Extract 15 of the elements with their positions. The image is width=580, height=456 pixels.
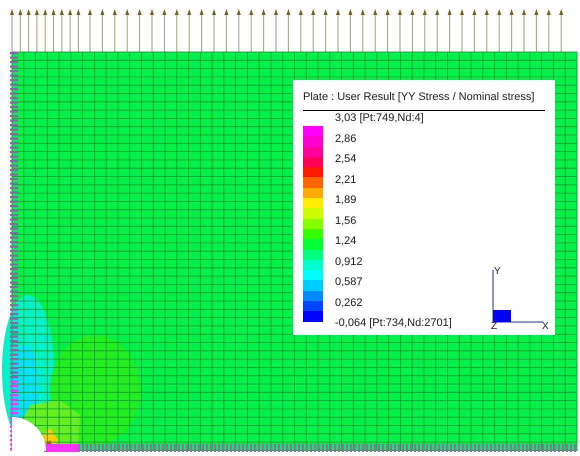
legend-value: 0,262 — [335, 296, 364, 310]
legend-value: 1,89 — [335, 194, 358, 207]
legend-value: 2,86 — [335, 132, 358, 146]
legend-title: Plate : User Result [YY Stress / Nominal stress] — [303, 90, 534, 104]
legend-value: 2,54 — [335, 153, 358, 166]
legend-value: 1,24 — [335, 235, 358, 248]
legend-max-value: 3,03 [Pt:749,Nd:4] — [335, 112, 425, 125]
y-axis-label: Y — [494, 266, 501, 277]
z-axis-label: Z — [491, 321, 498, 330]
legend-min-value: -0,064 [Pt:734,Nd:2701] — [335, 317, 452, 330]
legend-value: 0,587 — [335, 276, 364, 289]
legend-value: 2,21 — [335, 174, 358, 186]
legend-value: 1,56 — [335, 214, 358, 228]
x-axis-label: X — [542, 321, 549, 330]
legend-value: 0,912 — [335, 256, 364, 268]
